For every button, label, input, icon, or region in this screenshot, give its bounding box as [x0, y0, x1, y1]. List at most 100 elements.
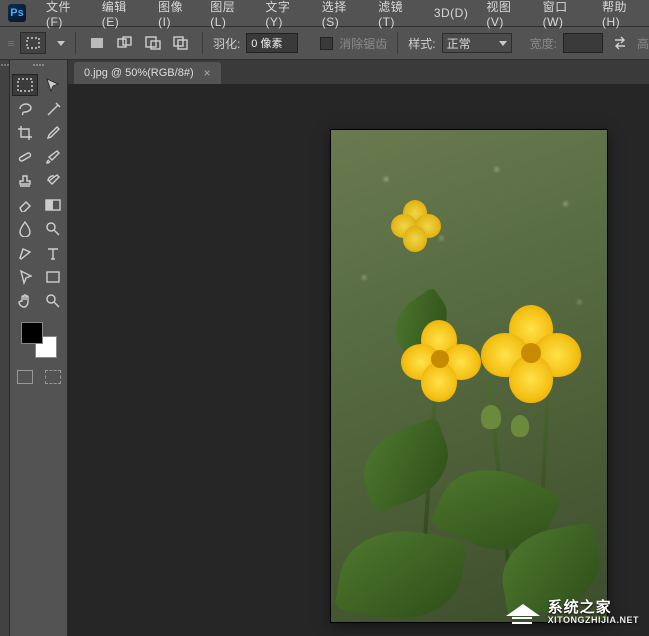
active-tool-preview[interactable] — [20, 32, 46, 54]
menu-image[interactable]: 图像(I) — [150, 0, 200, 32]
selection-intersect-icon[interactable] — [170, 33, 192, 53]
document-tabstrip: 0.jpg @ 50%(RGB/8#) × — [68, 60, 649, 84]
menu-edit[interactable]: 编辑(E) — [94, 0, 148, 32]
toolbox — [10, 60, 68, 636]
image-bud — [481, 405, 501, 429]
viewport[interactable]: 系统之家 XITONGZHIJIA.NET — [68, 84, 649, 636]
tool-stamp[interactable] — [12, 170, 38, 192]
panel-rail[interactable] — [0, 60, 10, 636]
swap-dimensions-icon[interactable] — [609, 33, 631, 53]
type-icon — [46, 246, 60, 260]
marquee-icon — [26, 37, 40, 49]
antialias-checkbox[interactable] — [320, 37, 333, 50]
edit-standard-mode-icon[interactable] — [17, 370, 33, 384]
document-tab-title: 0.jpg @ 50%(RGB/8#) — [84, 67, 194, 79]
style-dropdown[interactable]: 正常 — [442, 33, 512, 53]
image-flower — [401, 320, 481, 400]
pen-icon — [17, 245, 33, 261]
tool-dodge[interactable] — [40, 218, 66, 240]
antialias-label: 消除锯齿 — [339, 35, 387, 52]
edit-quickmask-mode-icon[interactable] — [45, 370, 61, 384]
document-image[interactable] — [331, 130, 607, 622]
crop-icon — [17, 125, 33, 141]
separator — [397, 32, 398, 54]
bandage-icon — [17, 149, 33, 165]
stamp-icon — [17, 173, 33, 189]
separator — [75, 32, 76, 54]
tool-healing[interactable] — [12, 146, 38, 168]
tool-lasso[interactable] — [12, 98, 38, 120]
watermark: 系统之家 XITONGZHIJIA.NET — [506, 598, 639, 628]
image-flower — [481, 305, 581, 400]
feather-input[interactable] — [246, 33, 298, 53]
menu-file[interactable]: 文件(F) — [38, 0, 92, 32]
close-icon[interactable]: × — [204, 66, 211, 80]
style-value: 正常 — [447, 35, 471, 52]
menu-help[interactable]: 帮助(H) — [594, 0, 649, 32]
tool-quick-select[interactable] — [40, 98, 66, 120]
menu-view[interactable]: 视图(V) — [478, 0, 532, 32]
lasso-icon — [17, 102, 33, 116]
color-swatches[interactable] — [19, 320, 59, 360]
tool-preset-dropdown-icon[interactable] — [57, 41, 65, 46]
toolbox-grip[interactable] — [19, 64, 59, 70]
drop-icon — [18, 221, 32, 237]
watermark-logo-icon — [506, 598, 540, 628]
gradient-icon — [45, 199, 61, 211]
tool-pen[interactable] — [12, 242, 38, 264]
menu-bar: Ps 文件(F) 编辑(E) 图像(I) 图层(L) 文字(Y) 选择(S) 滤… — [0, 0, 649, 26]
tool-crop[interactable] — [12, 122, 38, 144]
selection-subtract-icon[interactable] — [142, 33, 164, 53]
arrow-icon — [18, 269, 32, 285]
options-grip[interactable] — [8, 41, 14, 46]
eraser-icon — [17, 198, 33, 212]
marquee-icon — [17, 78, 33, 92]
tool-hand[interactable] — [12, 290, 38, 312]
tool-gradient[interactable] — [40, 194, 66, 216]
menu-type[interactable]: 文字(Y) — [257, 0, 311, 32]
eyedropper-icon — [45, 125, 61, 141]
menu-3d[interactable]: 3D(D) — [426, 3, 477, 23]
dodge-icon — [45, 221, 61, 237]
tool-shape[interactable] — [40, 266, 66, 288]
image-bud — [511, 415, 529, 437]
hand-icon — [17, 293, 33, 309]
tool-marquee[interactable] — [12, 74, 38, 96]
tool-zoom[interactable] — [40, 290, 66, 312]
foreground-swatch[interactable] — [21, 322, 43, 344]
menu-window[interactable]: 窗口(W) — [535, 0, 592, 32]
brush-icon — [45, 149, 61, 165]
tool-history-brush[interactable] — [40, 170, 66, 192]
chevron-down-icon — [499, 41, 507, 46]
image-flower — [391, 200, 441, 250]
tool-blur[interactable] — [12, 218, 38, 240]
move-icon — [45, 77, 61, 93]
rectangle-icon — [46, 271, 60, 283]
selection-new-icon[interactable] — [86, 33, 108, 53]
menu-select[interactable]: 选择(S) — [314, 0, 368, 32]
workspace: 0.jpg @ 50%(RGB/8#) × — [0, 60, 649, 636]
menu-layer[interactable]: 图层(L) — [202, 0, 255, 32]
canvas-area: 0.jpg @ 50%(RGB/8#) × — [68, 60, 649, 636]
wand-icon — [45, 102, 61, 116]
app-logo: Ps — [8, 4, 26, 22]
separator — [202, 32, 203, 54]
tool-path-select[interactable] — [12, 266, 38, 288]
tool-brush[interactable] — [40, 146, 66, 168]
menu-filter[interactable]: 滤镜(T) — [370, 0, 424, 32]
style-label: 样式: — [408, 35, 435, 52]
width-input — [563, 33, 603, 53]
watermark-title: 系统之家 — [548, 600, 639, 617]
watermark-subtitle: XITONGZHIJIA.NET — [548, 616, 639, 626]
feather-label: 羽化: — [213, 35, 240, 52]
history-brush-icon — [45, 173, 61, 189]
height-label: 高 — [637, 35, 649, 52]
tool-eraser[interactable] — [12, 194, 38, 216]
tool-type[interactable] — [40, 242, 66, 264]
tool-eyedropper[interactable] — [40, 122, 66, 144]
document-tab[interactable]: 0.jpg @ 50%(RGB/8#) × — [74, 62, 221, 84]
zoom-icon — [45, 293, 61, 309]
selection-add-icon[interactable] — [114, 33, 136, 53]
tool-move[interactable] — [40, 74, 66, 96]
width-label: 宽度: — [530, 35, 557, 52]
